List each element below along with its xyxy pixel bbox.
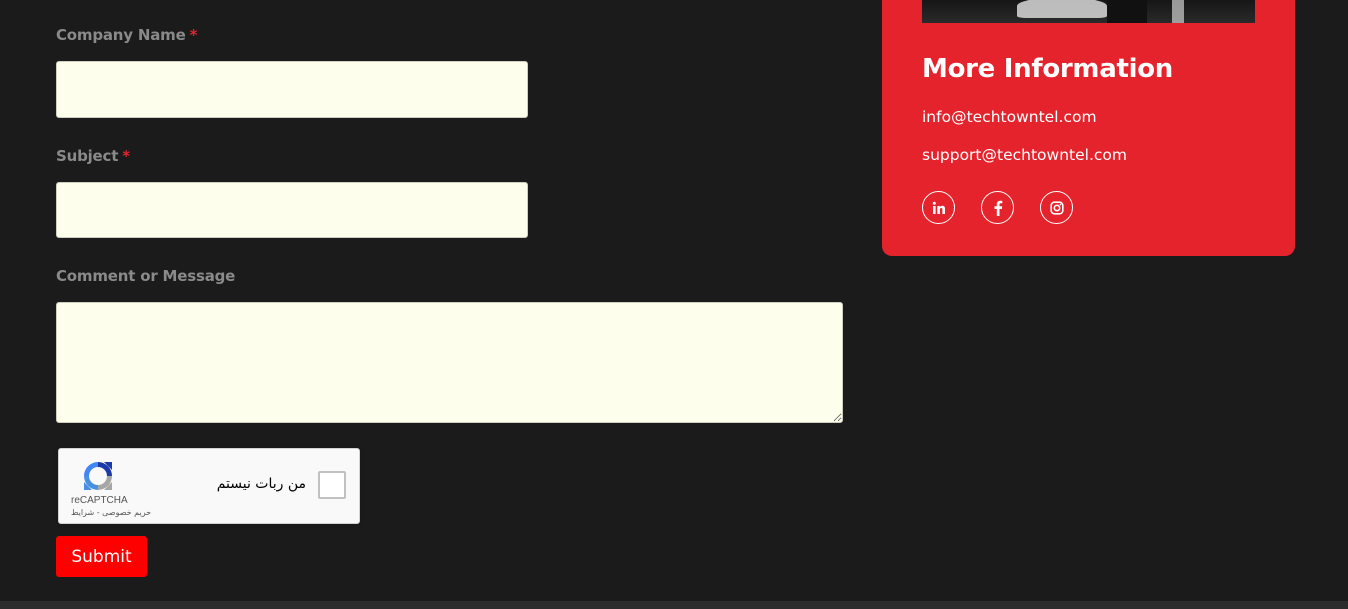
comment-label: Comment or Message bbox=[56, 267, 235, 285]
card-title: More Information bbox=[922, 54, 1173, 84]
comment-textarea[interactable] bbox=[56, 302, 843, 423]
subject-label: Subject * bbox=[56, 147, 130, 165]
subject-label-text: Subject bbox=[56, 147, 119, 165]
comment-label-text: Comment or Message bbox=[56, 267, 236, 285]
company-name-label: Company Name * bbox=[56, 26, 197, 44]
footer-divider bbox=[0, 601, 1348, 609]
recaptcha-logo-icon bbox=[84, 462, 112, 490]
company-name-input[interactable] bbox=[56, 61, 528, 118]
more-information-card: More Information info@techtowntel.com su… bbox=[882, 0, 1295, 256]
card-header-image bbox=[922, 0, 1255, 23]
company-name-label-text: Company Name bbox=[56, 26, 186, 44]
instagram-icon[interactable] bbox=[1040, 191, 1073, 224]
required-marker: * bbox=[189, 26, 198, 44]
email-link-support[interactable]: support@techtowntel.com bbox=[922, 146, 1127, 164]
facebook-icon[interactable] bbox=[981, 191, 1014, 224]
subject-input[interactable] bbox=[56, 182, 528, 238]
recaptcha-checkbox-label: من ربات نیستم bbox=[216, 476, 306, 492]
submit-button[interactable]: Submit bbox=[56, 536, 147, 577]
recaptcha-privacy-terms-links[interactable]: حریم خصوصی - شرایط bbox=[71, 508, 151, 517]
image-detail-dark bbox=[1107, 0, 1147, 23]
recaptcha-brand-text: reCAPTCHA bbox=[71, 495, 128, 506]
image-detail-light bbox=[1172, 0, 1184, 23]
recaptcha-widget: من ربات نیستم reCAPTCHA حریم خصوصی - شرا… bbox=[58, 448, 360, 524]
contact-page: Company Name * Subject * Comment or Messag… bbox=[0, 0, 1348, 609]
linkedin-icon[interactable] bbox=[922, 191, 955, 224]
required-marker: * bbox=[122, 147, 130, 165]
email-link-info[interactable]: info@techtowntel.com bbox=[922, 108, 1097, 126]
recaptcha-checkbox[interactable] bbox=[318, 471, 346, 499]
image-detail-hands bbox=[1017, 0, 1107, 18]
